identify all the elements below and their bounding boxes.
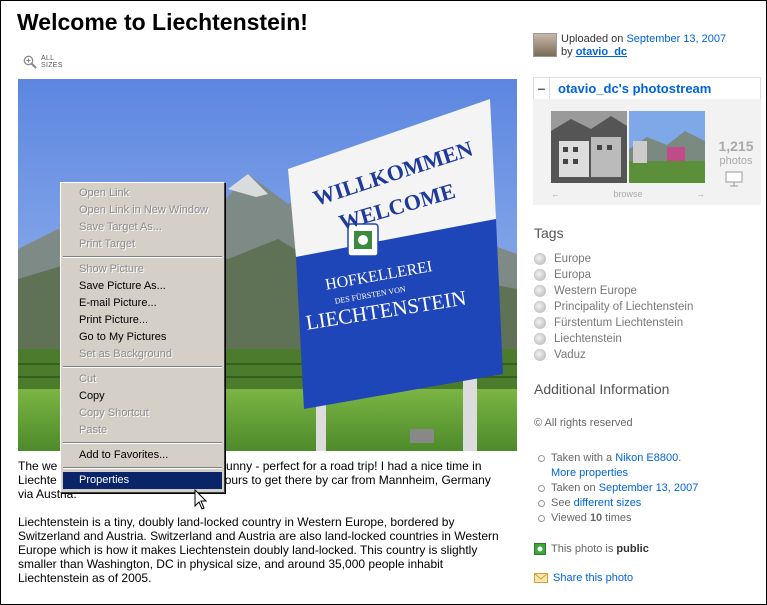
mouse-cursor-icon [194,489,208,510]
tag-icon [534,317,546,329]
photostream-title-link[interactable]: otavio_dc's photostream [550,81,711,96]
tag-label[interactable]: Europa [554,269,591,281]
bullet-icon [538,500,545,507]
public-icon [534,543,546,555]
menu-item-open-link: Open Link [79,187,130,199]
menu-item-save-picture-as[interactable]: Save Picture As... [61,278,224,295]
menu-item-open-link-in-new-window: Open Link in New Window [79,204,209,216]
tag-icon [534,333,546,345]
browser-viewport: Welcome to Liechtenstein! ALL SIZES WILL… [0,0,767,605]
tag-label[interactable]: Vaduz [554,349,586,361]
privacy-status: This photo is public [534,543,649,555]
photostream-box: − otavio_dc's photostream 1,215 photos ←… [533,77,761,205]
camera-link[interactable]: Nikon E8800 [615,452,678,464]
tag-item[interactable]: Principality of Liechtenstein [534,299,693,315]
browse-next-arrow-icon[interactable]: → [696,189,705,199]
zoom-icon [23,55,37,69]
avatar[interactable] [533,33,557,57]
tags-heading: Tags [534,225,564,241]
tag-item[interactable]: Western Europe [534,283,693,299]
photo-info-list: Taken with a Nikon E8800. More propertie… [538,451,698,526]
tag-label[interactable]: Western Europe [554,285,637,297]
menu-item-copy[interactable]: Copy [61,388,224,405]
tag-item[interactable]: Europa [534,267,693,283]
description-paragraph-2: Liechtenstein is a tiny, doubly land-loc… [18,515,499,585]
slideshow-icon[interactable] [725,171,743,187]
upload-date-link[interactable]: September 13, 2007 [626,33,726,45]
tag-icon [534,269,546,281]
envelope-icon [534,573,548,583]
collapse-button[interactable]: − [534,78,550,99]
tag-item[interactable]: Vaduz [534,347,693,363]
views-item: Viewed 10 times [538,511,698,526]
share-photo[interactable]: Share this photo [534,572,633,584]
tags-list: Europe Europa Western Europe Principality o… [534,251,693,363]
photostream-thumb-current[interactable] [629,111,705,183]
taken-on-item: Taken on September 13, 2007 [538,481,698,496]
all-sizes-link[interactable]: ALL SIZES [23,55,63,69]
tag-icon [534,285,546,297]
bullet-icon [538,515,545,522]
share-photo-link[interactable]: Share this photo [553,572,633,584]
photo-count-label: photos [719,155,753,167]
context-menu: Open Link Open Link in New Window Save Tar… [60,182,225,493]
tag-label[interactable]: Principality of Liechtenstein [554,301,693,313]
menu-item-add-to-favorites[interactable]: Add to Favorites... [61,447,224,464]
all-sizes-label-bottom: SIZES [41,62,63,69]
tag-icon [534,301,546,313]
see-sizes-item: See different sizes [538,496,698,511]
taken-on-date-link[interactable]: September 13, 2007 [599,482,699,494]
tag-label[interactable]: Fürstentum Liechtenstein [554,317,683,329]
menu-separator [63,256,222,258]
menu-item-properties[interactable]: Properties [63,472,222,489]
tag-label[interactable]: Europe [554,253,591,265]
tag-icon [534,349,546,361]
menu-separator [63,366,222,368]
browse-prev-arrow-icon[interactable]: ← [551,189,560,199]
photo-count: 1,215 [718,138,754,154]
taken-with-item: Taken with a Nikon E8800. More propertie… [538,451,698,481]
menu-item-go-to-my-pictures[interactable]: Go to My Pictures [61,329,224,346]
menu-item-print-picture[interactable]: Print Picture... [61,312,224,329]
more-properties-link[interactable]: More properties [551,467,628,479]
page-title: Welcome to Liechtenstein! [17,9,308,35]
menu-item-paste: Paste [79,424,108,436]
uploader-username-link[interactable]: otavio_dc [576,46,627,58]
bullet-icon [538,455,545,462]
tag-label[interactable]: Liechtenstein [554,333,622,345]
uploader-info: Uploaded on September 13, 2007 by otavio… [533,33,763,59]
tag-icon [534,253,546,265]
tag-item[interactable]: Europe [534,251,693,267]
menu-separator [63,467,222,469]
all-sizes-label-top: ALL [41,55,55,62]
menu-item-cut: Cut [79,373,97,385]
rights-text: © All rights reserved [534,417,633,429]
menu-item-set-as-background: Set as Background [79,348,172,360]
photostream-thumb-previous[interactable] [551,111,627,183]
menu-item-show-picture: Show Picture [79,263,144,275]
bullet-icon [538,485,545,492]
menu-separator [63,442,222,444]
menu-item-e-mail-picture[interactable]: E-mail Picture... [61,295,224,312]
menu-item-save-target-as: Save Target As... [79,221,162,233]
tag-item[interactable]: Fürstentum Liechtenstein [534,315,693,331]
browse-label[interactable]: browse [613,189,642,199]
additional-info-heading: Additional Information [534,381,670,397]
different-sizes-link[interactable]: different sizes [574,497,642,509]
menu-item-print-target: Print Target [79,238,136,250]
tag-item[interactable]: Liechtenstein [534,331,693,347]
menu-item-copy-shortcut: Copy Shortcut [79,407,149,419]
